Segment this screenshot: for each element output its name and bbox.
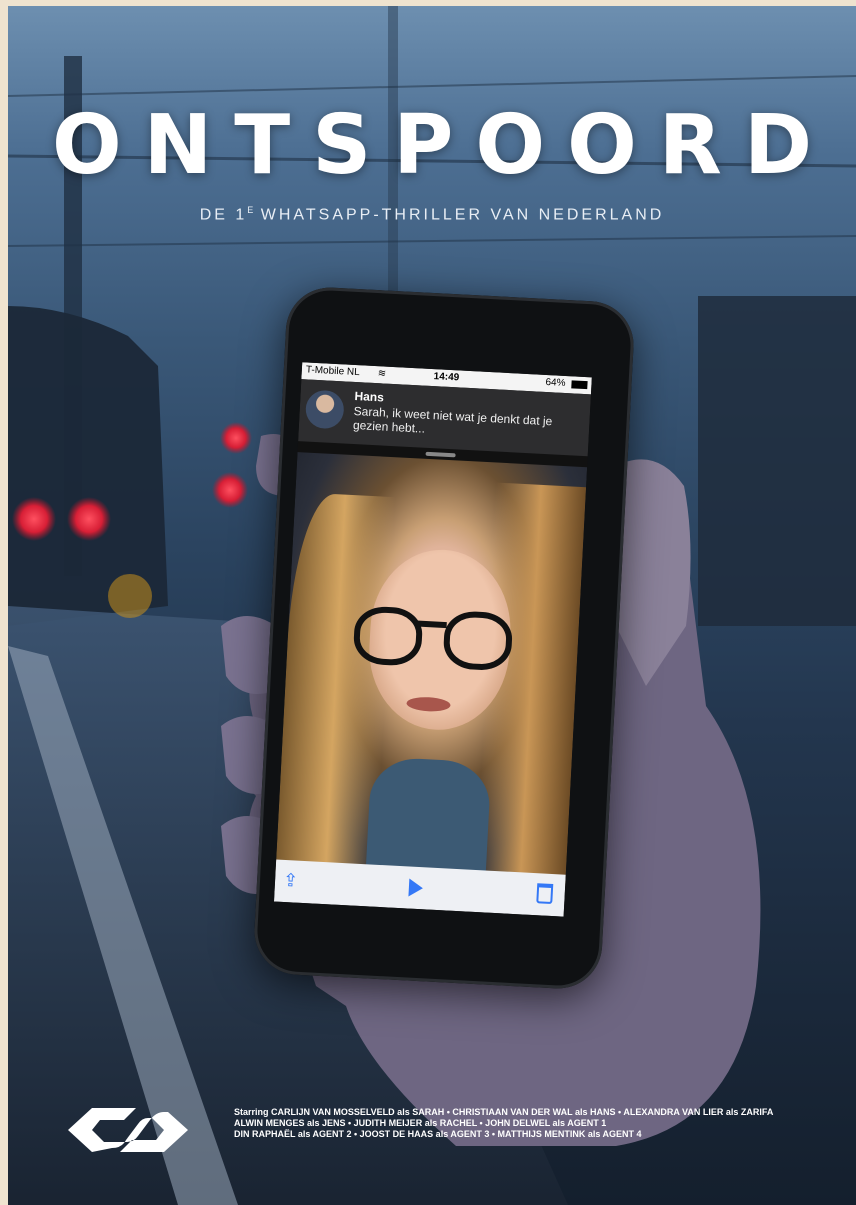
tagline-end: WHATSAPP-THRILLER VAN NEDERLAND (253, 206, 665, 224)
poster-title: ONTSPOORD (51, 98, 835, 193)
play-icon[interactable] (408, 878, 424, 898)
credits-block: Starring CARLIJN VAN MOSSELVELD als SARA… (234, 1107, 814, 1140)
poster: ONTSPOORD DE 1E WHATSAPP-THRILLER VAN NE… (8, 6, 856, 1205)
credits-line: ALWIN MENGES als JENS • JUDITH MEIJER al… (234, 1118, 607, 1128)
trash-icon[interactable] (536, 883, 554, 905)
train-light (67, 497, 111, 541)
share-icon[interactable]: ⇪ (282, 870, 303, 893)
video-frame[interactable] (275, 452, 588, 887)
signal-light (108, 574, 152, 618)
clock: 14:49 (433, 371, 460, 384)
battery-icon (571, 380, 588, 390)
train (8, 306, 168, 626)
ns-logo-arrow (68, 1108, 188, 1152)
notification-sender: Hans (354, 388, 385, 405)
ns-logo (68, 1108, 188, 1152)
credits-line: DIN RAPHAËL als AGENT 2 • JOOST DE HAAS … (234, 1129, 642, 1139)
battery-label: 64% (545, 376, 566, 390)
wifi-icon: ≋ (377, 368, 387, 380)
avatar (304, 389, 345, 430)
overhead-wire (8, 75, 856, 97)
smartphone: T-Mobile NL ≋ 14:49 64% Hans Sarah, ik w… (252, 285, 636, 991)
glasses-lens (352, 605, 424, 667)
credits-line: Starring CARLIJN VAN MOSSELVELD als SARA… (234, 1107, 774, 1117)
train-light (12, 497, 56, 541)
pull-handle[interactable] (425, 451, 456, 458)
glasses-lens (442, 610, 514, 672)
carrier-label: T-Mobile NL (305, 364, 360, 379)
notification-message: Sarah, ik weet niet wat je denkt dat je … (352, 403, 553, 436)
sweater (365, 756, 492, 873)
phone-screen: T-Mobile NL ≋ 14:49 64% Hans Sarah, ik w… (273, 362, 592, 917)
poster-tagline: DE 1E WHATSAPP-THRILLER VAN NEDERLAND (8, 205, 856, 224)
overhead-wire (8, 235, 856, 247)
tagline-start: DE 1 (199, 206, 248, 224)
